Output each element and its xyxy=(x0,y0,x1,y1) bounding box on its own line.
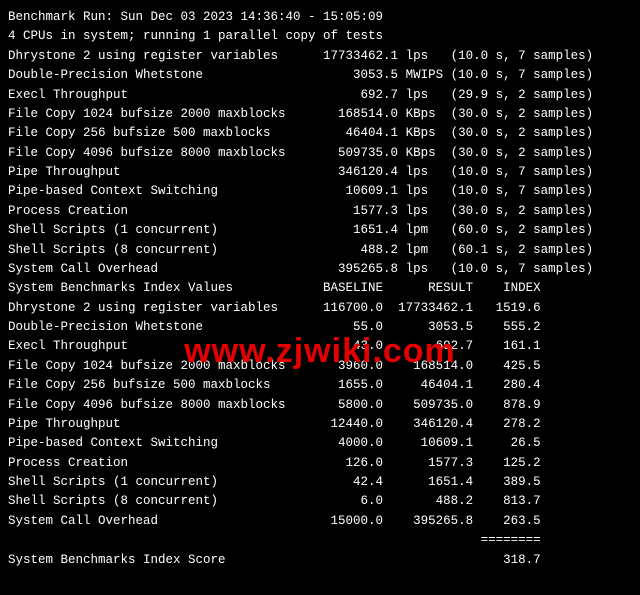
line: File Copy 256 bufsize 500 maxblocks 4640… xyxy=(8,124,632,143)
line: Execl Throughput 43.0 692.7 161.1 xyxy=(8,337,632,356)
line: Dhrystone 2 using register variables 177… xyxy=(8,47,632,66)
line: Shell Scripts (8 concurrent) 6.0 488.2 8… xyxy=(8,492,632,511)
line: Shell Scripts (1 concurrent) 42.4 1651.4… xyxy=(8,473,632,492)
line: ======== xyxy=(8,531,632,550)
line: Double-Precision Whetstone 3053.5 MWIPS … xyxy=(8,66,632,85)
line: Benchmark Run: Sun Dec 03 2023 14:36:40 … xyxy=(8,8,632,27)
line: Process Creation 1577.3 lps (30.0 s, 2 s… xyxy=(8,202,632,221)
line: 4 CPUs in system; running 1 parallel cop… xyxy=(8,27,632,46)
line: File Copy 4096 bufsize 8000 maxblocks 50… xyxy=(8,144,632,163)
line: Dhrystone 2 using register variables 116… xyxy=(8,299,632,318)
line: System Benchmarks Index Values BASELINE … xyxy=(8,279,632,298)
line: Pipe-based Context Switching 10609.1 lps… xyxy=(8,182,632,201)
line: System Call Overhead 395265.8 lps (10.0 … xyxy=(8,260,632,279)
line: Pipe Throughput 346120.4 lps (10.0 s, 7 … xyxy=(8,163,632,182)
terminal-output: Benchmark Run: Sun Dec 03 2023 14:36:40 … xyxy=(8,8,632,570)
line: Double-Precision Whetstone 55.0 3053.5 5… xyxy=(8,318,632,337)
line: Process Creation 126.0 1577.3 125.2 xyxy=(8,454,632,473)
line: File Copy 1024 bufsize 2000 maxblocks 16… xyxy=(8,105,632,124)
line: Shell Scripts (8 concurrent) 488.2 lpm (… xyxy=(8,241,632,260)
line: Pipe Throughput 12440.0 346120.4 278.2 xyxy=(8,415,632,434)
line: File Copy 256 bufsize 500 maxblocks 1655… xyxy=(8,376,632,395)
line: Shell Scripts (1 concurrent) 1651.4 lpm … xyxy=(8,221,632,240)
line: Pipe-based Context Switching 4000.0 1060… xyxy=(8,434,632,453)
line: File Copy 1024 bufsize 2000 maxblocks 39… xyxy=(8,357,632,376)
line: System Call Overhead 15000.0 395265.8 26… xyxy=(8,512,632,531)
line: Execl Throughput 692.7 lps (29.9 s, 2 sa… xyxy=(8,86,632,105)
line: File Copy 4096 bufsize 8000 maxblocks 58… xyxy=(8,396,632,415)
line: System Benchmarks Index Score 318.7 xyxy=(8,551,632,570)
